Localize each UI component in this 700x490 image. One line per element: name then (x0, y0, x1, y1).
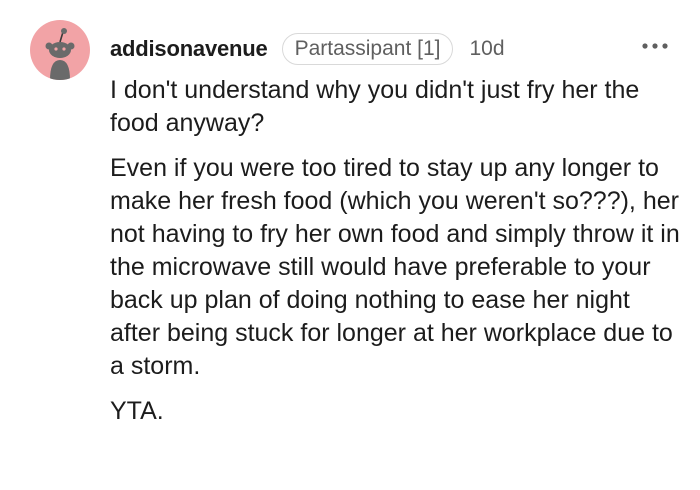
comment-header: addisonavenue Partassipant [1] 10d (110, 32, 505, 66)
comment-paragraph: Even if you were too tired to stay up an… (110, 154, 680, 380)
comment: addisonavenue Partassipant [1] 10d I don… (0, 0, 700, 490)
user-flair: Partassipant [1] (281, 33, 454, 65)
comment-body: I don't understand why you didn't just f… (110, 74, 680, 440)
snoo-avatar-icon (45, 28, 75, 80)
username-link[interactable]: addisonavenue (110, 36, 268, 62)
comment-paragraph: YTA. (110, 397, 164, 425)
avatar[interactable] (30, 20, 90, 80)
more-options-icon[interactable] (640, 36, 670, 56)
timestamp[interactable]: 10d (469, 37, 504, 61)
comment-paragraph: I don't understand why you didn't just f… (110, 76, 640, 137)
